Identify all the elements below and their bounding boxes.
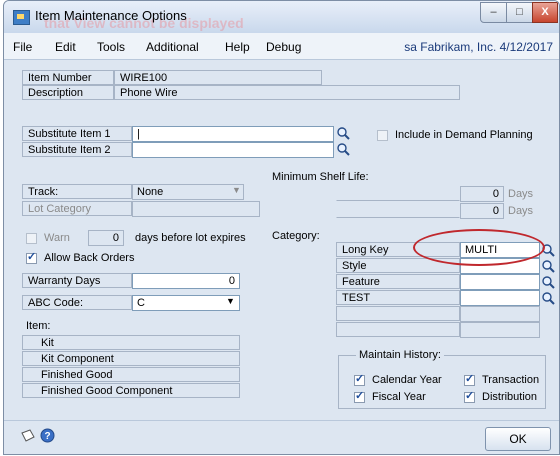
category-lookup-icon[interactable]: [541, 275, 555, 289]
category-lookup-icon[interactable]: [541, 259, 555, 273]
category-name: [336, 322, 460, 337]
calendar-year-label: Calendar Year: [372, 374, 442, 386]
ok-button[interactable]: OK: [485, 427, 551, 451]
minimize-button[interactable]: –: [480, 2, 507, 23]
warn-label: Warn: [44, 232, 70, 244]
category-name: Feature: [336, 274, 460, 289]
menu-file[interactable]: File: [13, 40, 32, 54]
item-type-row: Kit: [22, 335, 240, 350]
fiscal-year-label: Fiscal Year: [372, 391, 426, 403]
maintain-history-label: Maintain History:: [356, 349, 444, 361]
fiscal-year-checkbox[interactable]: [354, 389, 365, 403]
demand-planning-checkbox[interactable]: [377, 130, 388, 141]
shelf-life-days-2: 0: [460, 203, 504, 219]
track-select[interactable]: None: [132, 184, 244, 200]
item-maintenance-options-window: that View cannot be displayed Item Maint…: [3, 0, 560, 455]
substitute-item-2-label: Substitute Item 2: [22, 142, 132, 157]
substitute-item-2-lookup-icon[interactable]: [336, 142, 350, 156]
menu-edit[interactable]: Edit: [55, 40, 76, 54]
category-name: TEST: [336, 290, 460, 305]
warn-checkbox[interactable]: [26, 233, 37, 244]
maximize-button[interactable]: □: [506, 2, 533, 23]
shelf-life-blank-1: [336, 186, 460, 201]
footer-bar: ?: [4, 420, 559, 454]
help-icon[interactable]: ?: [40, 428, 55, 446]
distribution-label: Distribution: [482, 391, 538, 403]
shelf-life-unit-1: Days: [508, 188, 534, 200]
warranty-days-label: Warranty Days: [22, 273, 132, 288]
track-dropdown-arrow-icon[interactable]: ▼: [232, 185, 241, 195]
warn-days-input[interactable]: 0: [88, 230, 124, 246]
item-types-label: Item:: [26, 320, 51, 332]
substitute-item-1-lookup-icon[interactable]: [336, 126, 350, 140]
transaction-label: Transaction: [482, 374, 540, 386]
calendar-year-checkbox[interactable]: [354, 372, 365, 386]
abc-code-select[interactable]: C: [132, 295, 240, 311]
substitute-item-1-input[interactable]: |: [132, 126, 334, 142]
warranty-days-input[interactable]: 0: [132, 273, 240, 289]
allow-back-orders-checkbox[interactable]: [26, 250, 37, 264]
shelf-life-blank-2: [336, 203, 460, 218]
substitute-item-2-input[interactable]: [132, 142, 334, 158]
category-value-input[interactable]: [460, 274, 540, 290]
category-value-input[interactable]: [460, 306, 540, 322]
substitute-item-1-label: Substitute Item 1: [22, 126, 132, 141]
abc-dropdown-arrow-icon[interactable]: ▼: [226, 296, 235, 306]
menu-additional[interactable]: Additional: [146, 40, 199, 54]
track-label: Track:: [22, 184, 132, 199]
menu-tools[interactable]: Tools: [97, 40, 125, 54]
item-type-row: Finished Good Component: [22, 383, 240, 398]
highlight-annotation: [413, 229, 545, 266]
abc-code-label: ABC Code:: [22, 295, 132, 310]
item-number-label: Item Number: [22, 70, 114, 85]
distribution-checkbox[interactable]: [464, 389, 475, 403]
category-value-input[interactable]: [460, 322, 540, 338]
user-company-date: sa Fabrikam, Inc. 4/12/2017: [404, 40, 553, 54]
item-type-row: Finished Good: [22, 367, 240, 382]
description-value: Phone Wire: [114, 85, 460, 100]
category-value-input[interactable]: [460, 290, 540, 306]
svg-text:?: ?: [44, 431, 50, 442]
transaction-checkbox[interactable]: [464, 372, 475, 386]
note-icon[interactable]: [20, 429, 36, 446]
title-bar: that View cannot be displayed Item Maint…: [4, 1, 559, 33]
demand-planning-label: Include in Demand Planning: [395, 129, 533, 141]
category-name: [336, 306, 460, 321]
shelf-life-days-1: 0: [460, 186, 504, 202]
lot-category-input[interactable]: [132, 201, 260, 217]
close-button[interactable]: X: [532, 2, 558, 23]
menu-debug[interactable]: Debug: [266, 40, 301, 54]
shelf-life-unit-2: Days: [508, 205, 534, 217]
item-number-value: WIRE100: [114, 70, 322, 85]
min-shelf-life-label: Minimum Shelf Life:: [272, 171, 369, 183]
menu-bar: File Edit Tools Additional Help Debug sa…: [4, 33, 559, 60]
allow-back-orders-label: Allow Back Orders: [44, 252, 135, 264]
app-icon: [13, 10, 30, 25]
menu-help[interactable]: Help: [225, 40, 250, 54]
category-label: Category:: [272, 230, 320, 242]
category-lookup-icon[interactable]: [541, 291, 555, 305]
window-title: Item Maintenance Options: [35, 8, 187, 23]
warn-suffix-label: days before lot expires: [135, 232, 246, 244]
lot-category-label: Lot Category: [22, 201, 132, 216]
item-type-row: Kit Component: [22, 351, 240, 366]
description-label: Description: [22, 85, 114, 100]
